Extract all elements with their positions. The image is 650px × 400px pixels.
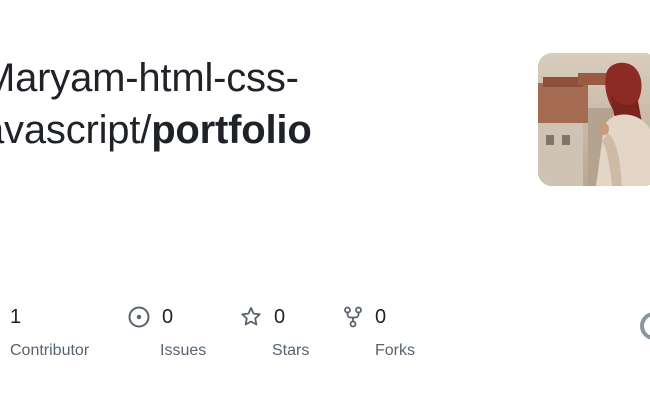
contributors-count: 1 <box>10 305 22 328</box>
issues-label: Issues <box>160 342 207 359</box>
avatar-photo <box>538 53 650 186</box>
issues-count: 0 <box>162 305 174 328</box>
stat-contributors[interactable]: 1 Contributor <box>10 302 89 362</box>
repo-owner-continued: avascript/portfolio <box>0 104 312 156</box>
issue-opened-icon <box>128 306 150 328</box>
github-logo-icon <box>640 312 650 340</box>
repo-forked-icon <box>343 306 363 328</box>
avatar <box>538 53 650 186</box>
repo-owner-tail: avascript/ <box>0 108 152 152</box>
contributors-label: Contributor <box>10 342 90 359</box>
repo-title[interactable]: Maryam-html-css- avascript/portfolio <box>0 52 312 156</box>
forks-label: Forks <box>375 342 415 359</box>
stat-forks[interactable]: 0 Forks <box>343 302 415 362</box>
star-icon <box>240 306 262 328</box>
repo-social-card: Maryam-html-css- avascript/portfolio <box>0 0 650 400</box>
forks-count: 0 <box>375 305 387 328</box>
stars-count: 0 <box>274 305 286 328</box>
stat-issues[interactable]: 0 Issues <box>128 302 206 362</box>
stat-stars[interactable]: 0 Stars <box>240 302 309 362</box>
repo-owner: Maryam-html-css- <box>0 56 299 100</box>
stars-label: Stars <box>272 342 310 359</box>
repo-name: portfolio <box>151 108 312 152</box>
